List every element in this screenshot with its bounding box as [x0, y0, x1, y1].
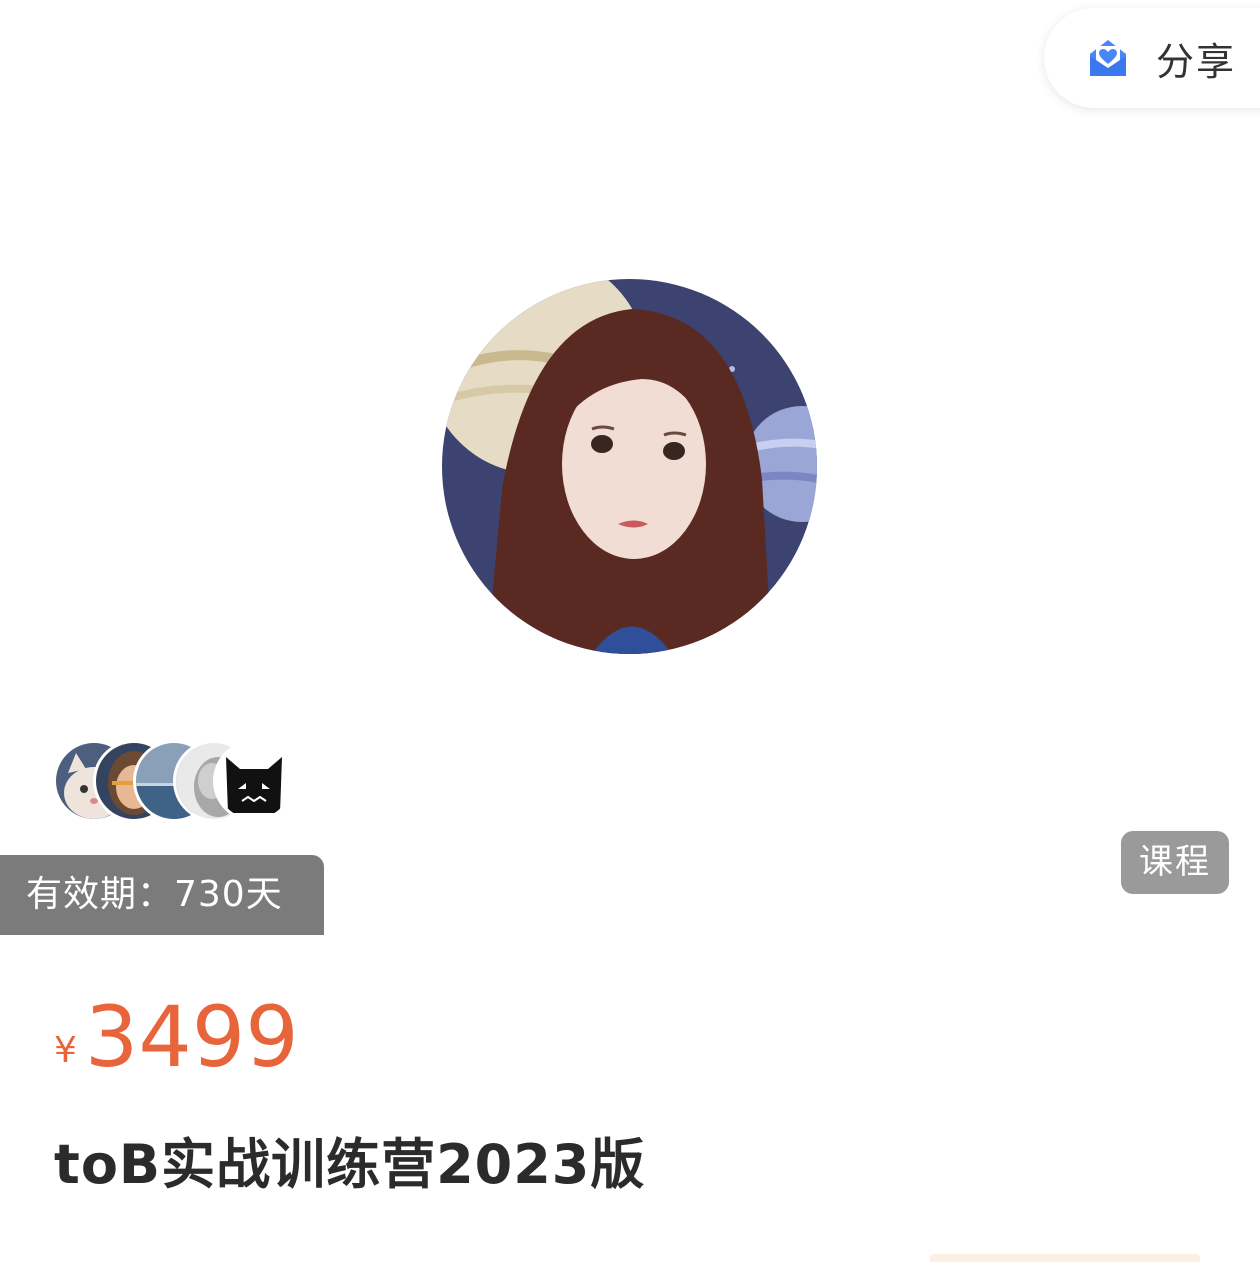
share-button[interactable]: 分享 [1044, 8, 1260, 108]
learner-avatars [56, 743, 296, 819]
share-label: 分享 [1156, 39, 1237, 84]
instructor-avatar [442, 279, 817, 654]
course-type-badge: 课程 [1121, 831, 1229, 894]
heart-envelope-icon [1090, 40, 1126, 76]
bottom-banner-edge [930, 1254, 1200, 1262]
price: ¥3499 [54, 992, 299, 1082]
validity-period: 有效期：730天 [0, 855, 324, 935]
course-title: toB实战训练营2023版 [54, 1133, 646, 1196]
price-currency: ¥ [54, 1030, 77, 1071]
black-cat-avatar [216, 743, 292, 819]
price-amount: 3499 [84, 988, 299, 1086]
